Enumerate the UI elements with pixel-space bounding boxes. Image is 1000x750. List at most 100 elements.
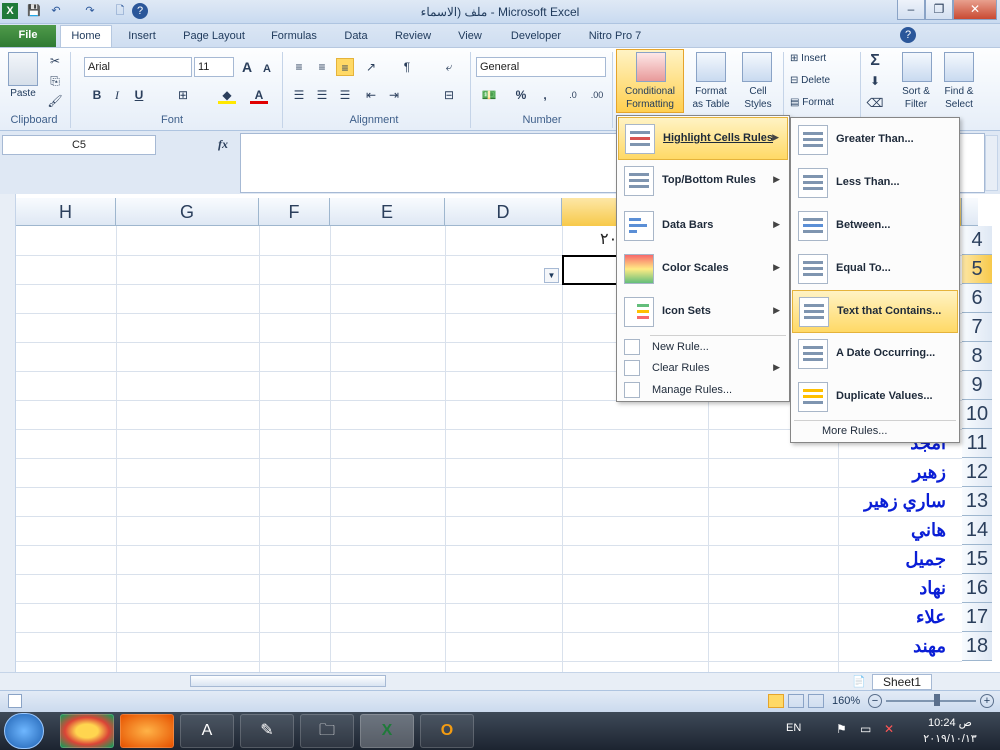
font-app-taskbar-icon[interactable]: A — [180, 714, 234, 748]
find-select-label-2[interactable]: Select — [936, 99, 982, 111]
notes-taskbar-icon[interactable]: ✎ — [240, 714, 294, 748]
zoom-in-icon[interactable]: + — [980, 694, 994, 708]
row-header[interactable]: 11 — [962, 429, 992, 458]
zoom-slider[interactable] — [886, 700, 976, 702]
row-header[interactable]: 7 — [962, 313, 992, 342]
menu-item-clear-rules[interactable]: Clear Rules ▶ — [618, 358, 788, 379]
tab-file[interactable]: File — [0, 25, 56, 47]
autosum-icon[interactable]: Σ — [866, 52, 884, 70]
menu-item-top-bottom-rules[interactable]: Top/Bottom Rules ▶ — [618, 160, 788, 203]
submenu-item-date-occurring[interactable]: A Date Occurring... — [792, 333, 958, 376]
sort-filter-label-1[interactable]: Sort & — [894, 86, 938, 98]
zoom-slider-thumb[interactable] — [934, 694, 940, 706]
row-header[interactable]: 14 — [962, 516, 992, 545]
format-as-table-label-2[interactable]: as Table — [684, 99, 738, 111]
tab-data[interactable]: Data — [334, 27, 378, 47]
find-select-label-1[interactable]: Find & — [936, 86, 982, 98]
insert-cells-button[interactable]: ⊞ Insert — [790, 53, 852, 65]
page-layout-view-icon[interactable] — [788, 694, 804, 708]
submenu-item-text-contains[interactable]: Text that Contains... — [792, 290, 958, 333]
dropdown-arrow-icon[interactable]: ▼ — [544, 268, 559, 283]
ribbon-help-icon[interactable]: ? — [900, 27, 916, 43]
merge-center-icon[interactable]: ⊟ — [440, 86, 458, 104]
tab-insert[interactable]: Insert — [118, 27, 166, 47]
cell-name[interactable]: علاء — [746, 603, 946, 632]
row-header[interactable]: 18 — [962, 632, 992, 661]
clock-time[interactable]: 10:24 ص — [920, 716, 980, 729]
excel-app-icon[interactable]: X — [2, 3, 18, 19]
align-bottom-icon[interactable]: ≡ — [336, 58, 354, 76]
shrink-font-icon[interactable]: A — [258, 60, 276, 78]
number-format-combo[interactable]: General — [476, 57, 606, 77]
row-header[interactable]: 9 — [962, 371, 992, 400]
cut-icon[interactable]: ✂ — [46, 52, 64, 70]
bold-button[interactable]: B — [88, 86, 106, 104]
row-header[interactable]: 4 — [962, 226, 992, 255]
row-header[interactable]: 12 — [962, 458, 992, 487]
name-box[interactable]: C5 — [2, 135, 156, 155]
close-button[interactable]: ✕ — [953, 0, 997, 20]
cell-name[interactable]: هاني — [746, 516, 946, 545]
submenu-item-more-rules[interactable]: More Rules... — [792, 421, 958, 442]
cell-styles-label-2[interactable]: Styles — [736, 99, 780, 111]
volume-muted-icon[interactable]: ✕ — [884, 722, 894, 736]
paste-button-label[interactable]: Paste — [4, 88, 42, 100]
format-painter-icon[interactable]: 🖌 — [46, 92, 64, 110]
submenu-item-equal-to[interactable]: Equal To... — [792, 248, 958, 291]
row-header[interactable]: 16 — [962, 574, 992, 603]
normal-view-icon[interactable] — [768, 694, 784, 708]
column-header-f[interactable]: F — [259, 198, 330, 226]
undo-icon[interactable]: ↶ — [48, 3, 64, 19]
format-as-table-icon[interactable] — [696, 52, 726, 82]
align-left-icon[interactable]: ☰ — [336, 86, 354, 104]
clear-icon[interactable]: ⌫ — [866, 94, 884, 112]
submenu-item-duplicate-values[interactable]: Duplicate Values... — [792, 376, 958, 419]
excel-taskbar-icon[interactable]: X — [360, 714, 414, 748]
copy-icon[interactable]: ⎘ — [46, 72, 64, 90]
borders-icon[interactable]: ⊞ — [174, 86, 192, 104]
menu-item-highlight-cells-rules[interactable]: Highlight Cells Rules ▶ — [618, 117, 788, 160]
insert-sheet-icon[interactable]: 📄 — [850, 675, 868, 689]
align-right-icon[interactable]: ☰ — [290, 86, 308, 104]
decrease-decimal-button[interactable]: .00 — [588, 86, 606, 104]
row-header[interactable]: 10 — [962, 400, 992, 429]
active-cell-c5[interactable] — [562, 255, 622, 285]
redo-icon[interactable]: ↷ — [82, 3, 98, 19]
format-as-table-label-1[interactable]: Format — [684, 86, 738, 98]
save-icon[interactable]: 💾 — [26, 3, 42, 19]
help-icon[interactable]: ? — [132, 3, 148, 19]
delete-cells-button[interactable]: ⊟ Delete — [790, 75, 852, 87]
cell-name[interactable]: جميل — [746, 545, 946, 574]
accounting-format-icon[interactable]: 💵 — [480, 86, 498, 104]
sheet-tab-sheet1[interactable]: Sheet1 — [872, 674, 932, 690]
row-header[interactable]: 5 — [962, 255, 992, 284]
font-name-combo[interactable]: Arial — [84, 57, 192, 77]
sort-filter-icon[interactable] — [902, 52, 932, 82]
cell-c4[interactable]: ٢٠ — [600, 229, 617, 249]
column-header-d[interactable]: D — [445, 198, 562, 226]
font-size-combo[interactable]: 11 — [194, 57, 234, 77]
menu-item-color-scales[interactable]: Color Scales ▶ — [618, 248, 788, 291]
menu-item-new-rule[interactable]: New Rule... — [618, 337, 788, 358]
cell-name[interactable]: ساري زهير — [746, 487, 946, 516]
language-indicator[interactable]: EN — [786, 722, 801, 734]
new-file-icon[interactable]: 🗋 — [112, 3, 128, 19]
submenu-item-greater-than[interactable]: Greater Than... — [792, 119, 958, 162]
start-button[interactable] — [4, 713, 44, 749]
format-cells-button[interactable]: ▤ Format — [790, 97, 852, 109]
firefox-taskbar-icon[interactable] — [120, 714, 174, 748]
align-top-icon[interactable]: ≡ — [290, 58, 308, 76]
rtl-icon[interactable]: ¶ — [398, 58, 416, 76]
tab-page-layout[interactable]: Page Layout — [176, 27, 252, 47]
underline-button[interactable]: U — [130, 86, 148, 104]
column-header-g[interactable]: G — [116, 198, 259, 226]
vertical-scrollbar[interactable] — [0, 194, 16, 672]
action-center-icon[interactable]: ▭ — [860, 722, 871, 736]
outlook-taskbar-icon[interactable]: O — [420, 714, 474, 748]
percent-style-button[interactable]: % — [512, 86, 530, 104]
chrome-taskbar-icon[interactable] — [60, 714, 114, 748]
column-header-e[interactable]: E — [330, 198, 445, 226]
column-header-h[interactable]: H — [16, 198, 116, 226]
row-header[interactable]: 8 — [962, 342, 992, 371]
formula-scrollbar[interactable] — [985, 135, 998, 191]
